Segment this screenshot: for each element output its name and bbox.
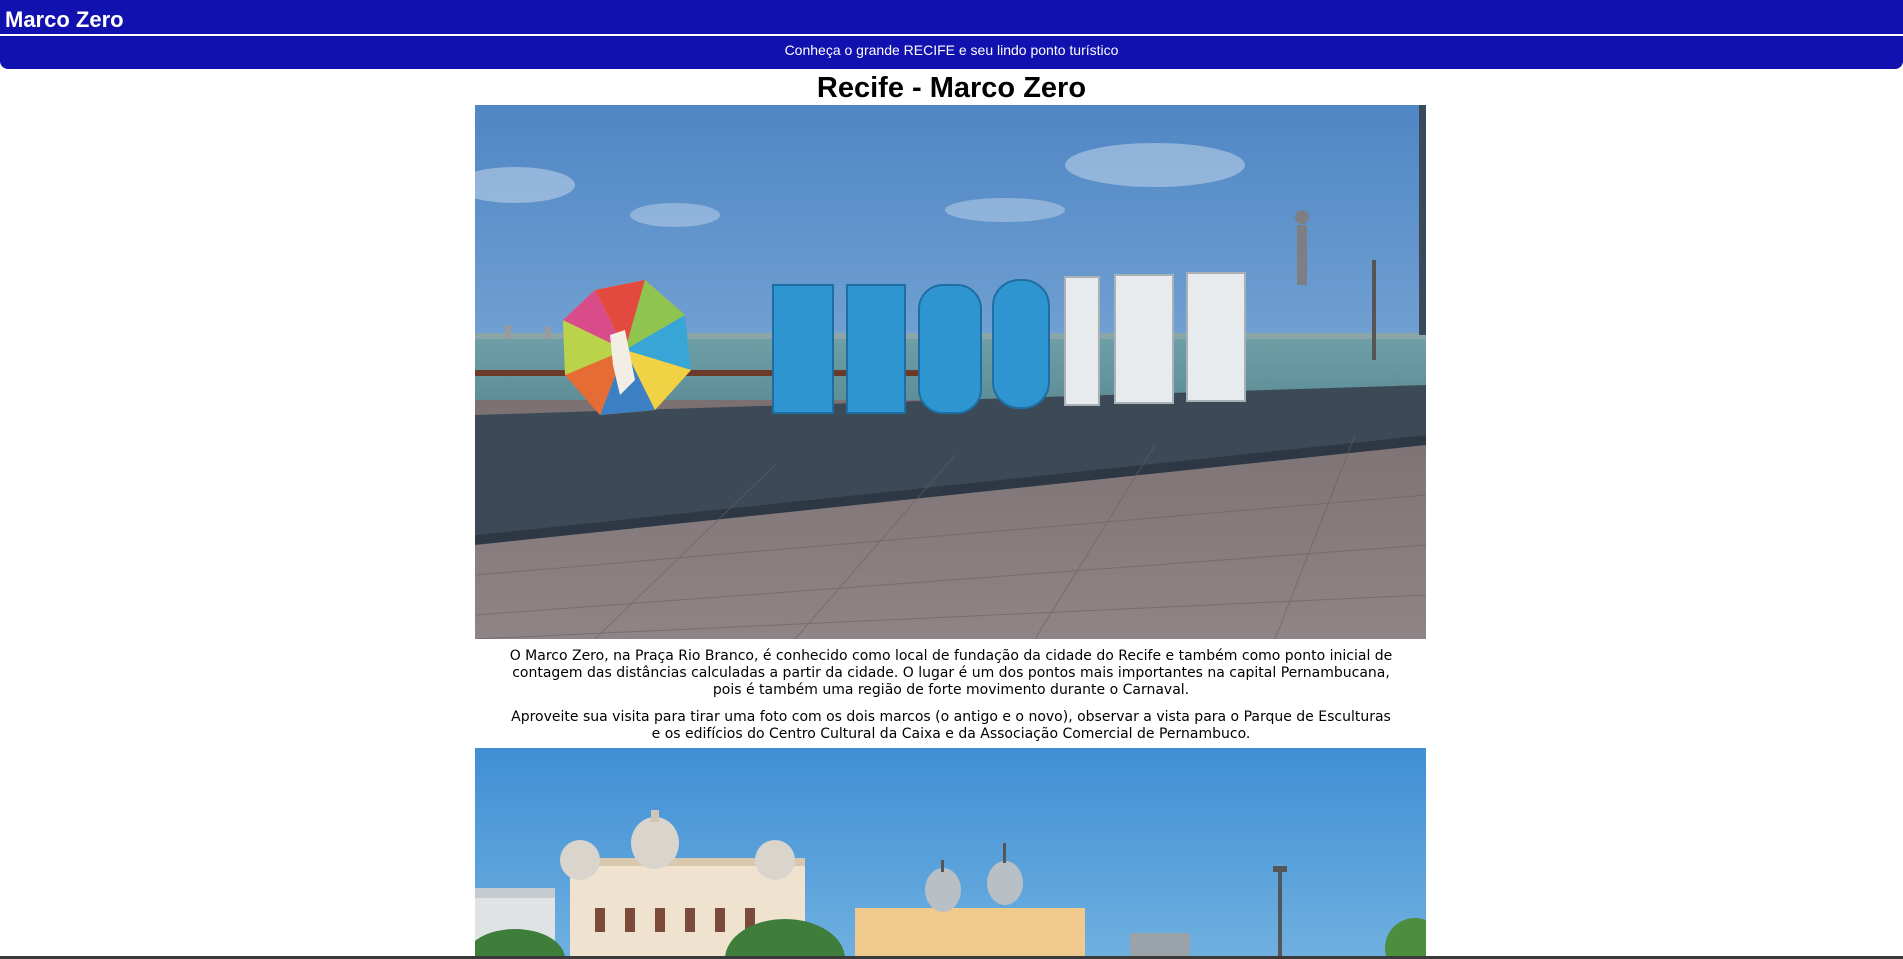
historic-buildings-photo <box>475 748 1426 959</box>
description-paragraph-2: Aproveite sua visita para tirar uma foto… <box>511 709 1391 742</box>
site-title: Marco Zero <box>5 7 124 32</box>
header-divider <box>0 34 1903 36</box>
recife-sign-photo <box>475 105 1426 639</box>
site-header: Marco Zero Conheça o grande RECIFE e seu… <box>0 0 1903 69</box>
description-paragraph-1: O Marco Zero, na Praça Rio Branco, é con… <box>509 648 1393 698</box>
page-title: Recife - Marco Zero <box>816 72 1087 104</box>
site-tagline: Conheça o grande RECIFE e seu lindo pont… <box>784 42 1119 58</box>
